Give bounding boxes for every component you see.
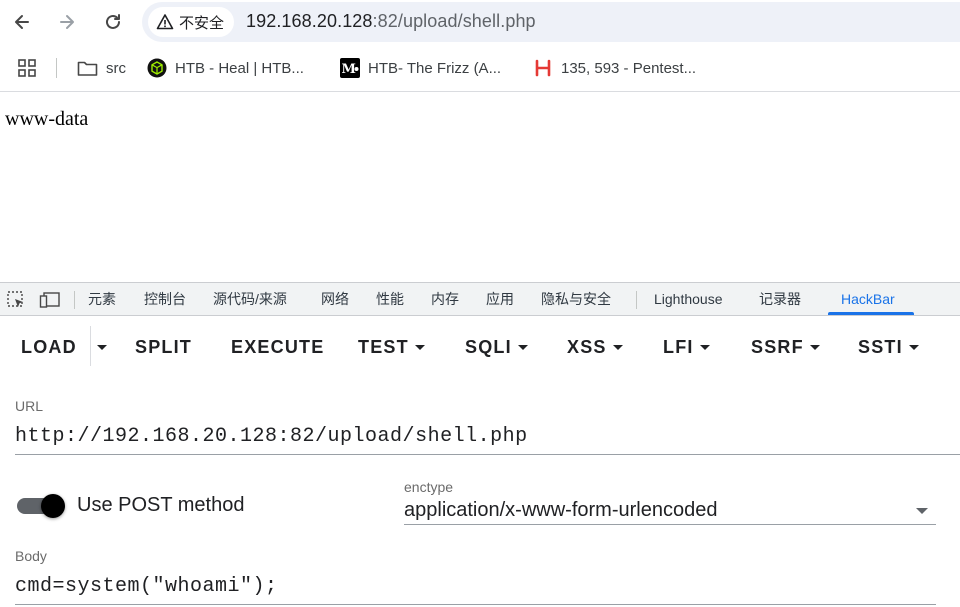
reload-button[interactable] [97, 6, 129, 38]
chevron-down-icon [517, 344, 528, 350]
forward-button[interactable] [51, 6, 83, 38]
command-output: www-data [5, 108, 89, 130]
test-menu-button[interactable]: TEST [358, 336, 425, 358]
apps-grid-icon [18, 59, 36, 77]
lfi-menu-button[interactable]: LFI [663, 336, 710, 358]
tab-sources[interactable]: 源代码/来源 [213, 283, 287, 316]
chevron-down-icon [699, 344, 710, 350]
tab-recorder[interactable]: 记录器 [759, 283, 801, 316]
tab-network[interactable]: 网络 [321, 283, 349, 316]
svg-text:M: M [342, 62, 356, 77]
tab-performance[interactable]: 性能 [376, 283, 404, 316]
split-button[interactable]: SPLIT [135, 336, 192, 358]
tab-console[interactable]: 控制台 [144, 283, 186, 316]
arrow-right-icon [60, 15, 74, 29]
bookmarks-bar: src HTB - Heal | HTB... M HTB- The Frizz… [0, 44, 960, 92]
devtools-divider [74, 291, 75, 309]
device-toolbar-button[interactable] [39, 289, 61, 311]
reload-icon [106, 14, 120, 29]
browser-toolbar: 不安全 192.168.20.128:82/upload/shell.php [0, 0, 960, 44]
folder-icon [77, 61, 98, 76]
bookmark-label: HTB - Heal | HTB... [175, 59, 304, 77]
url-path: :82/upload/shell.php [372, 11, 536, 31]
warning-icon [156, 14, 174, 30]
back-button[interactable] [6, 6, 38, 38]
tab-application[interactable]: 应用 [486, 283, 514, 316]
post-method-label: Use POST method [77, 494, 245, 516]
chevron-down-icon [97, 344, 107, 350]
url-input-underline [15, 454, 960, 455]
url-field-label: URL [15, 398, 44, 414]
security-chip[interactable]: 不安全 [148, 7, 235, 37]
toolbar-divider [90, 326, 91, 366]
bookmark-pentest[interactable]: 135, 593 - Pentest... [533, 56, 696, 80]
htb-cube-icon [147, 58, 167, 78]
security-label: 不安全 [179, 14, 225, 32]
sqli-menu-button[interactable]: SQLI [465, 336, 528, 358]
url-input[interactable]: http://192.168.20.128:82/upload/shell.ph… [15, 425, 528, 448]
execute-button[interactable]: EXECUTE [231, 336, 324, 358]
tab-elements[interactable]: 元素 [88, 283, 116, 316]
omnibox[interactable]: 不安全 192.168.20.128:82/upload/shell.php [142, 2, 960, 42]
bookmark-label: HTB- The Frizz (A... [368, 59, 502, 77]
chevron-down-icon[interactable] [916, 508, 928, 514]
load-button[interactable]: LOAD [21, 336, 77, 358]
ssrf-menu-button[interactable]: SSRF [751, 336, 820, 358]
hackbar-toolbar: LOAD SPLIT EXECUTE TEST SQLI XSS LFI SSR… [0, 316, 960, 376]
chevron-down-icon [414, 344, 425, 350]
inspect-cursor-icon [7, 291, 23, 307]
xss-menu-button[interactable]: XSS [567, 336, 623, 358]
body-input[interactable]: cmd=system("whoami"); [15, 575, 278, 598]
active-tab-indicator [828, 312, 914, 315]
page-viewport: www-data [0, 93, 960, 282]
devtools-tabbar: 元素 控制台 源代码/来源 网络 性能 内存 应用 隐私与安全 Lighthou… [0, 282, 960, 316]
medium-logo-icon: M [340, 58, 360, 78]
bookmark-htb-frizz[interactable]: M HTB- The Frizz (A... [340, 56, 501, 80]
arrow-left-icon [15, 15, 29, 29]
devtools-divider [636, 291, 637, 309]
tab-privacy-security[interactable]: 隐私与安全 [541, 283, 611, 316]
load-menu-button[interactable] [97, 336, 107, 358]
chevron-down-icon [612, 344, 623, 350]
device-mode-icon [39, 292, 60, 308]
red-brand-icon [535, 59, 551, 77]
bookmark-label: src [106, 59, 126, 77]
tab-memory[interactable]: 内存 [431, 283, 459, 316]
bookmarks-divider [56, 58, 57, 78]
body-field-label: Body [15, 548, 47, 564]
enctype-underline [404, 524, 936, 525]
enctype-label: enctype [404, 479, 454, 495]
chevron-down-icon [908, 344, 919, 350]
bookmark-src[interactable]: src [77, 56, 126, 80]
url-host: 192.168.20.128 [246, 11, 373, 31]
address-text[interactable]: 192.168.20.128:82/upload/shell.php [246, 11, 536, 32]
tab-lighthouse[interactable]: Lighthouse [654, 283, 723, 316]
ssti-menu-button[interactable]: SSTI [858, 336, 919, 358]
inspect-element-button[interactable] [5, 289, 27, 311]
enctype-select[interactable]: application/x-www-form-urlencoded [404, 499, 717, 522]
bookmark-htb-heal[interactable]: HTB - Heal | HTB... [147, 56, 304, 80]
apps-button[interactable] [17, 56, 37, 80]
chevron-down-icon [809, 344, 820, 350]
bookmark-label: 135, 593 - Pentest... [561, 59, 697, 77]
post-method-toggle-thumb[interactable] [41, 494, 65, 518]
body-input-underline [15, 604, 936, 605]
